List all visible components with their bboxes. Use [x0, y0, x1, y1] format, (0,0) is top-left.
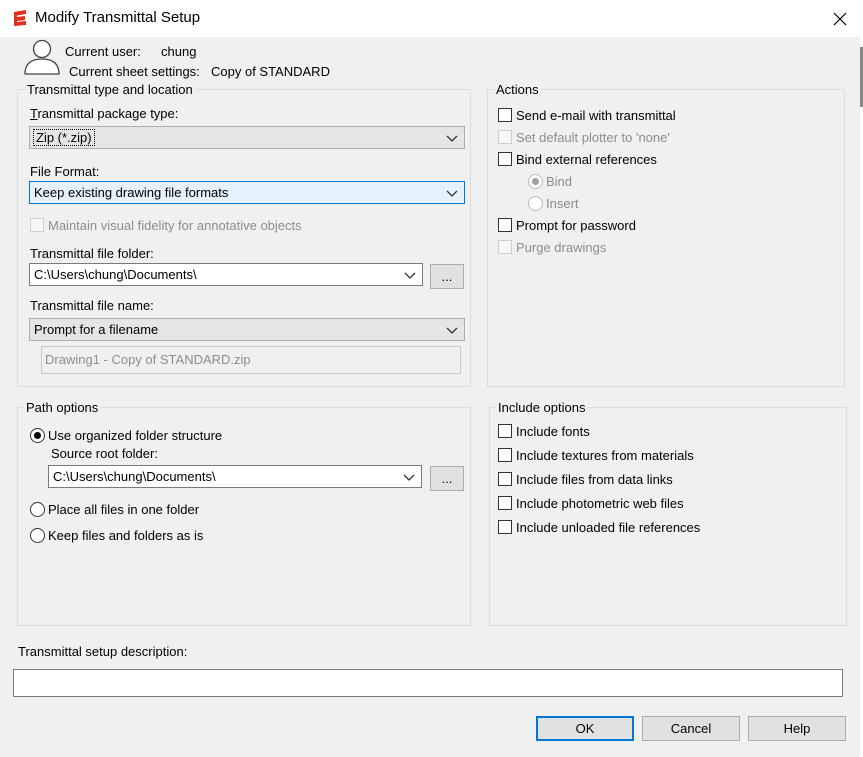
- include-photometric-label: Include photometric web files: [516, 496, 684, 511]
- maintain-fidelity-label: Maintain visual fidelity for annotative …: [48, 218, 302, 233]
- chevron-down-icon: [446, 327, 458, 334]
- sheet-settings-value: Copy of STANDARD: [211, 64, 330, 79]
- include-fonts-checkbox[interactable]: [498, 424, 512, 438]
- ok-button[interactable]: OK: [536, 716, 634, 741]
- source-root-value: C:\Users\chung\Documents\: [53, 469, 216, 484]
- bind-xrefs-label: Bind external references: [516, 152, 657, 167]
- use-organized-label: Use organized folder structure: [48, 428, 223, 443]
- include-group-title: Include options: [496, 400, 588, 415]
- name-value: Prompt for a filename: [34, 322, 159, 337]
- help-button[interactable]: Help: [748, 716, 846, 741]
- filename-preview: Drawing1 - Copy of STANDARD.zip: [41, 346, 461, 374]
- file-format-value: Keep existing drawing file formats: [34, 185, 229, 200]
- sheet-settings-label: Current sheet settings:: [69, 64, 200, 79]
- chevron-down-icon: [404, 272, 416, 279]
- package-type-value: Zip (*.zip): [33, 129, 95, 146]
- use-organized-radio[interactable]: [30, 428, 45, 443]
- source-root-browse-button[interactable]: ...: [430, 466, 464, 491]
- bind-radio[interactable]: [528, 174, 543, 189]
- user-icon: [24, 39, 60, 75]
- name-dropdown[interactable]: Prompt for a filename: [29, 318, 465, 341]
- actions-group-title: Actions: [494, 82, 541, 97]
- folder-label: Transmittal file folder:: [30, 246, 154, 261]
- window-title: Modify Transmittal Setup: [35, 9, 201, 26]
- current-user-value: chung: [161, 44, 197, 59]
- folder-combobox[interactable]: C:\Users\chung\Documents\: [29, 263, 423, 286]
- keep-files-label: Keep files and folders as is: [48, 528, 204, 543]
- description-label: Transmittal setup description:: [18, 644, 188, 659]
- package-type-label: Transmittal package type:: [30, 106, 179, 121]
- name-label: Transmittal file name:: [30, 298, 154, 313]
- file-format-dropdown[interactable]: Keep existing drawing file formats: [29, 181, 465, 204]
- keep-files-radio[interactable]: [30, 528, 45, 543]
- folder-browse-button[interactable]: ...: [430, 264, 464, 289]
- insert-label: Insert: [546, 196, 579, 211]
- cancel-button[interactable]: Cancel: [642, 716, 740, 741]
- close-button[interactable]: [817, 0, 863, 37]
- purge-label: Purge drawings: [516, 240, 607, 255]
- bind-xrefs-checkbox[interactable]: [498, 152, 512, 166]
- prompt-password-label: Prompt for password: [516, 218, 636, 233]
- chevron-down-icon: [446, 135, 458, 142]
- title-bar: Modify Transmittal Setup: [0, 0, 863, 37]
- send-email-checkbox[interactable]: [498, 108, 512, 122]
- include-textures-checkbox[interactable]: [498, 448, 512, 462]
- description-input[interactable]: [13, 669, 843, 697]
- current-user-label: Current user:: [65, 44, 141, 59]
- transmittal-group-title: Transmittal type and location: [25, 82, 195, 97]
- include-data-links-checkbox[interactable]: [498, 472, 512, 486]
- close-icon: [833, 12, 847, 25]
- bind-label: Bind: [546, 174, 573, 189]
- set-plotter-checkbox[interactable]: [498, 130, 512, 144]
- maintain-fidelity-checkbox[interactable]: [30, 218, 44, 232]
- include-data-links-label: Include files from data links: [516, 472, 673, 487]
- include-group: [489, 407, 847, 626]
- chevron-down-icon: [446, 190, 458, 197]
- include-textures-label: Include textures from materials: [516, 448, 694, 463]
- app-logo-icon: [14, 10, 26, 26]
- insert-radio[interactable]: [528, 196, 543, 211]
- package-type-dropdown[interactable]: Zip (*.zip): [29, 126, 465, 149]
- include-unloaded-checkbox[interactable]: [498, 520, 512, 534]
- file-format-label: File Format:: [30, 164, 100, 179]
- include-fonts-label: Include fonts: [516, 424, 590, 439]
- folder-value: C:\Users\chung\Documents\: [34, 267, 197, 282]
- place-all-radio[interactable]: [30, 502, 45, 517]
- include-photometric-checkbox[interactable]: [498, 496, 512, 510]
- place-all-label: Place all files in one folder: [48, 502, 200, 517]
- set-plotter-label: Set default plotter to 'none': [516, 130, 670, 145]
- prompt-password-checkbox[interactable]: [498, 218, 512, 232]
- path-group-title: Path options: [24, 400, 101, 415]
- purge-checkbox[interactable]: [498, 240, 512, 254]
- send-email-label: Send e-mail with transmittal: [516, 108, 676, 123]
- chevron-down-icon: [403, 474, 415, 481]
- source-root-combobox[interactable]: C:\Users\chung\Documents\: [48, 465, 422, 488]
- source-root-label: Source root folder:: [51, 446, 158, 461]
- include-unloaded-label: Include unloaded file references: [516, 520, 701, 535]
